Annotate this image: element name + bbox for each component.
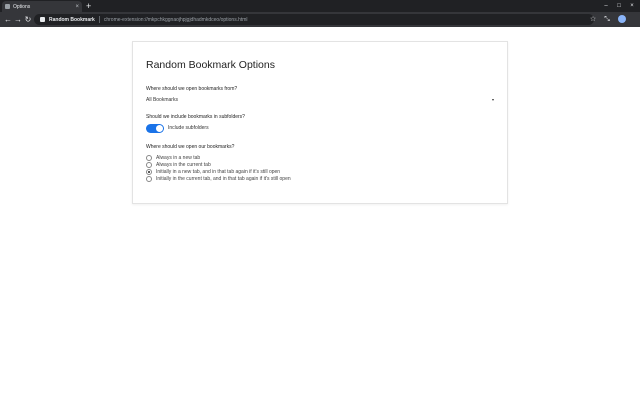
radio-option-new-tab[interactable]: Always in a new tab (146, 154, 200, 161)
radio-button[interactable] (146, 161, 152, 168)
minimize-icon[interactable]: – (600, 0, 612, 12)
forward-icon[interactable]: → (13, 12, 23, 27)
radio-option-initially-new-tab[interactable]: Initially in a new tab, and in that tab … (146, 168, 280, 175)
radio-label: Initially in the current tab, and in tha… (156, 175, 291, 182)
reload-icon[interactable]: ↻ (23, 12, 33, 27)
options-card: Random Bookmark Options Where should we … (132, 41, 508, 204)
radio-option-current-tab[interactable]: Always in the current tab (146, 161, 211, 168)
toggle-label: Include subfolders (168, 125, 209, 131)
radio-label: Always in a new tab (156, 154, 201, 161)
address-bar[interactable]: Random Bookmark chrome-extension://mkpch… (34, 14, 594, 25)
radio-label: Initially in a new tab, and in that tab … (156, 168, 281, 175)
tab-strip: Options × + – □ × (0, 0, 640, 12)
question-source: Where should we open bookmarks from? (146, 86, 238, 92)
select-value: All Bookmarks (146, 97, 178, 103)
tab-title: Options (13, 3, 31, 10)
radio-label: Always in the current tab (156, 161, 211, 168)
chevron-down-icon: ▾ (491, 97, 494, 102)
toggle-knob (156, 125, 163, 132)
tab-close-icon[interactable]: × (75, 4, 79, 10)
address-path: chrome-extension://mkpchkggnaojhpjgjdhad… (103, 16, 248, 23)
window-close-icon[interactable]: × (626, 0, 638, 12)
address-separator (98, 16, 100, 23)
profile-avatar[interactable] (618, 15, 626, 23)
browser-toolbar: ← → ↻ Random Bookmark chrome-extension:/… (0, 12, 640, 27)
new-tab-icon[interactable]: + (86, 0, 91, 12)
tab-options[interactable]: Options × (2, 1, 82, 12)
extension-icon[interactable]: ⤡ (602, 12, 612, 27)
bookmark-star-icon[interactable]: ☆ (588, 12, 598, 27)
question-subfolders: Should we include bookmarks in subfolder… (146, 114, 245, 120)
extension-puzzle-icon (40, 17, 45, 22)
page-title: Random Bookmark Options (146, 59, 275, 71)
radio-button-selected[interactable] (146, 168, 152, 175)
bookmark-source-select[interactable]: All Bookmarks ▾ (146, 95, 494, 105)
tab-favicon-icon (5, 4, 10, 9)
include-subfolders-toggle[interactable] (146, 124, 164, 133)
question-open-location: Where should we open our bookmarks? (146, 144, 235, 150)
address-origin: Random Bookmark (49, 16, 95, 23)
radio-option-initially-current-tab[interactable]: Initially in the current tab, and in tha… (146, 175, 291, 182)
back-icon[interactable]: ← (3, 12, 13, 27)
radio-button[interactable] (146, 175, 152, 182)
maximize-icon[interactable]: □ (613, 0, 625, 12)
radio-button[interactable] (146, 154, 152, 161)
